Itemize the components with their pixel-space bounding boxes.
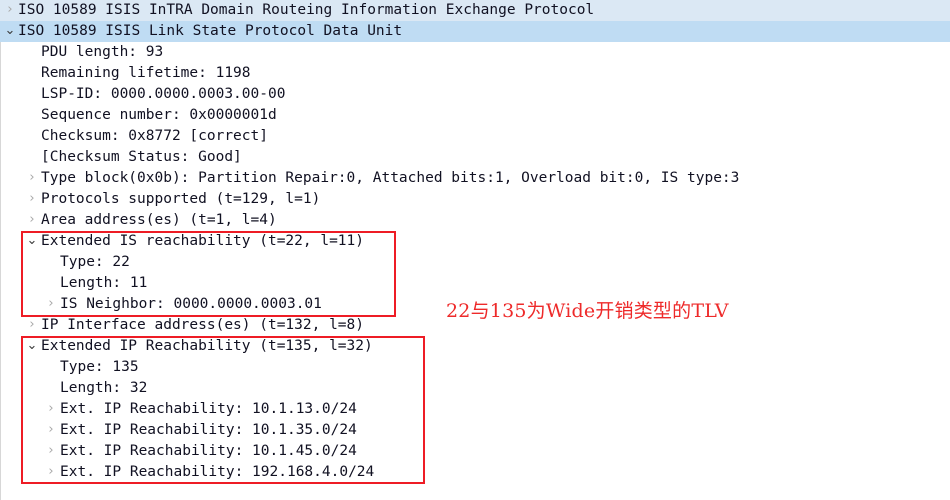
chevron-right-icon[interactable] — [3, 0, 17, 21]
tree-row-isis-intra-domain[interactable]: ISO 10589 ISIS InTRA Domain Routeing Inf… — [0, 0, 950, 21]
tree-row-is-reach-type[interactable]: Type: 22 — [0, 252, 950, 273]
chevron-right-icon[interactable] — [25, 189, 39, 210]
tree-row-ip-reach-type[interactable]: Type: 135 — [0, 357, 950, 378]
tree-row-label: ISO 10589 ISIS Link State Protocol Data … — [18, 23, 403, 39]
tree-row-label: ISO 10589 ISIS InTRA Domain Routeing Inf… — [18, 2, 595, 18]
tree-row-protocols-supported[interactable]: Protocols supported (t=129, l=1) — [0, 189, 950, 210]
tree-row-label: Ext. IP Reachability: 10.1.45.0/24 — [60, 443, 357, 459]
chevron-right-icon[interactable] — [44, 399, 58, 420]
tree-row-label: Extended IP Reachability (t=135, l=32) — [41, 338, 373, 354]
tree-row-extended-ip-reachability[interactable]: Extended IP Reachability (t=135, l=32) — [0, 336, 950, 357]
tree-row-label: Remaining lifetime: 1198 — [41, 65, 251, 81]
chevron-right-icon[interactable] — [25, 168, 39, 189]
tree-row-type-block[interactable]: Type block(0x0b): Partition Repair:0, At… — [0, 168, 950, 189]
tree-row-ip-reach-length[interactable]: Length: 32 — [0, 378, 950, 399]
tree-row-area-addresses[interactable]: Area address(es) (t=1, l=4) — [0, 210, 950, 231]
tree-row-pdu-length[interactable]: PDU length: 93 — [0, 42, 950, 63]
chevron-right-icon[interactable] — [25, 210, 39, 231]
chevron-down-icon[interactable] — [3, 21, 17, 42]
tree-row-label: Protocols supported (t=129, l=1) — [41, 191, 321, 207]
tree-row-isis-lsp[interactable]: ISO 10589 ISIS Link State Protocol Data … — [0, 21, 950, 42]
tree-row-sequence-number[interactable]: Sequence number: 0x0000001d — [0, 105, 950, 126]
tree-row-label: Type block(0x0b): Partition Repair:0, At… — [41, 170, 740, 186]
tree-row-label: [Checksum Status: Good] — [41, 149, 242, 165]
tree-row-is-reach-length[interactable]: Length: 11 — [0, 273, 950, 294]
tree-row-checksum-status[interactable]: [Checksum Status: Good] — [0, 147, 950, 168]
tree-row-checksum[interactable]: Checksum: 0x8772 [correct] — [0, 126, 950, 147]
tree-row-label: LSP-ID: 0000.0000.0003.00-00 — [41, 86, 286, 102]
tree-row-label: Ext. IP Reachability: 10.1.35.0/24 — [60, 422, 357, 438]
chevron-down-icon[interactable] — [25, 336, 39, 357]
tree-row-label: Extended IS reachability (t=22, l=11) — [41, 233, 365, 249]
packet-detail-tree[interactable]: ISO 10589 ISIS InTRA Domain Routeing Inf… — [0, 0, 950, 483]
tree-row-lsp-id[interactable]: LSP-ID: 0000.0000.0003.00-00 — [0, 84, 950, 105]
tree-row-label: Length: 11 — [60, 275, 148, 291]
tree-row-remaining-lifetime[interactable]: Remaining lifetime: 1198 — [0, 63, 950, 84]
tree-row-label: Length: 32 — [60, 380, 148, 396]
tree-row-label: IP Interface address(es) (t=132, l=8) — [41, 317, 365, 333]
tree-row-label: Ext. IP Reachability: 192.168.4.0/24 — [60, 464, 375, 480]
tree-row-ext-ip-reach-3[interactable]: Ext. IP Reachability: 10.1.45.0/24 — [0, 441, 950, 462]
chevron-down-icon[interactable] — [25, 231, 39, 252]
tree-row-extended-is-reachability[interactable]: Extended IS reachability (t=22, l=11) — [0, 231, 950, 252]
tree-row-label: Checksum: 0x8772 [correct] — [41, 128, 268, 144]
tree-row-label: Area address(es) (t=1, l=4) — [41, 212, 277, 228]
tree-row-label: Sequence number: 0x0000001d — [41, 107, 277, 123]
packet-details-pane: ISO 10589 ISIS InTRA Domain Routeing Inf… — [0, 0, 950, 500]
chevron-right-icon[interactable] — [44, 462, 58, 483]
chevron-right-icon[interactable] — [44, 294, 58, 315]
chevron-right-icon[interactable] — [44, 420, 58, 441]
chevron-right-icon[interactable] — [25, 315, 39, 336]
tree-row-ext-ip-reach-1[interactable]: Ext. IP Reachability: 10.1.13.0/24 — [0, 399, 950, 420]
annotation-wide-metric-tlv: 22与135为Wide开销类型的TLV — [446, 300, 729, 322]
chevron-right-icon[interactable] — [44, 441, 58, 462]
tree-row-ext-ip-reach-2[interactable]: Ext. IP Reachability: 10.1.35.0/24 — [0, 420, 950, 441]
tree-row-label: IS Neighbor: 0000.0000.0003.01 — [60, 296, 322, 312]
tree-row-label: Type: 135 — [60, 359, 139, 375]
tree-row-label: Ext. IP Reachability: 10.1.13.0/24 — [60, 401, 357, 417]
tree-row-label: Type: 22 — [60, 254, 130, 270]
tree-row-ext-ip-reach-4[interactable]: Ext. IP Reachability: 192.168.4.0/24 — [0, 462, 950, 483]
tree-row-label: PDU length: 93 — [41, 44, 164, 60]
